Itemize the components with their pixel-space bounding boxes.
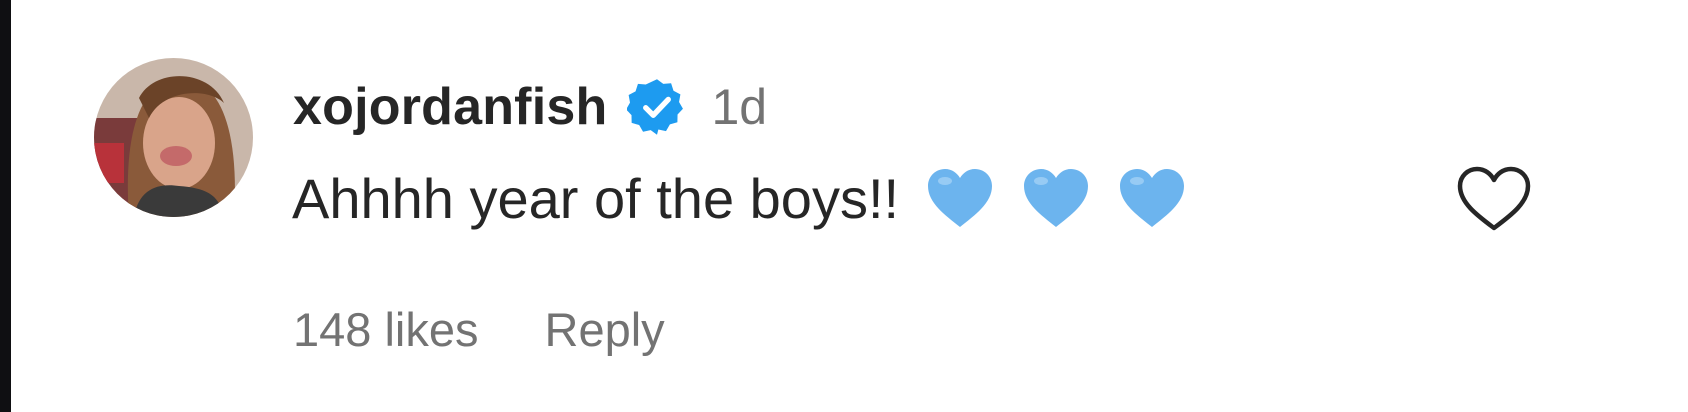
blue-heart-icon xyxy=(925,167,995,229)
window-edge xyxy=(0,0,11,412)
username[interactable]: xojordanfish xyxy=(293,77,607,137)
comment-header: xojordanfish 1d xyxy=(293,72,767,142)
avatar[interactable] xyxy=(94,58,253,217)
like-button[interactable] xyxy=(1456,165,1532,233)
blue-heart-icon xyxy=(1021,167,1091,229)
verified-badge-icon xyxy=(627,77,687,137)
timestamp: 1d xyxy=(711,79,768,135)
comment-body: Ahhhh year of the boys!! xyxy=(292,160,1187,236)
blue-heart-icon xyxy=(1117,167,1187,229)
comment-text: Ahhhh year of the boys!! xyxy=(292,166,900,230)
reply-button[interactable]: Reply xyxy=(545,302,665,357)
likes-count[interactable]: 148 likes xyxy=(293,302,479,357)
heart-outline-icon xyxy=(1457,166,1531,231)
comment-footer: 148 likes Reply xyxy=(293,294,665,364)
